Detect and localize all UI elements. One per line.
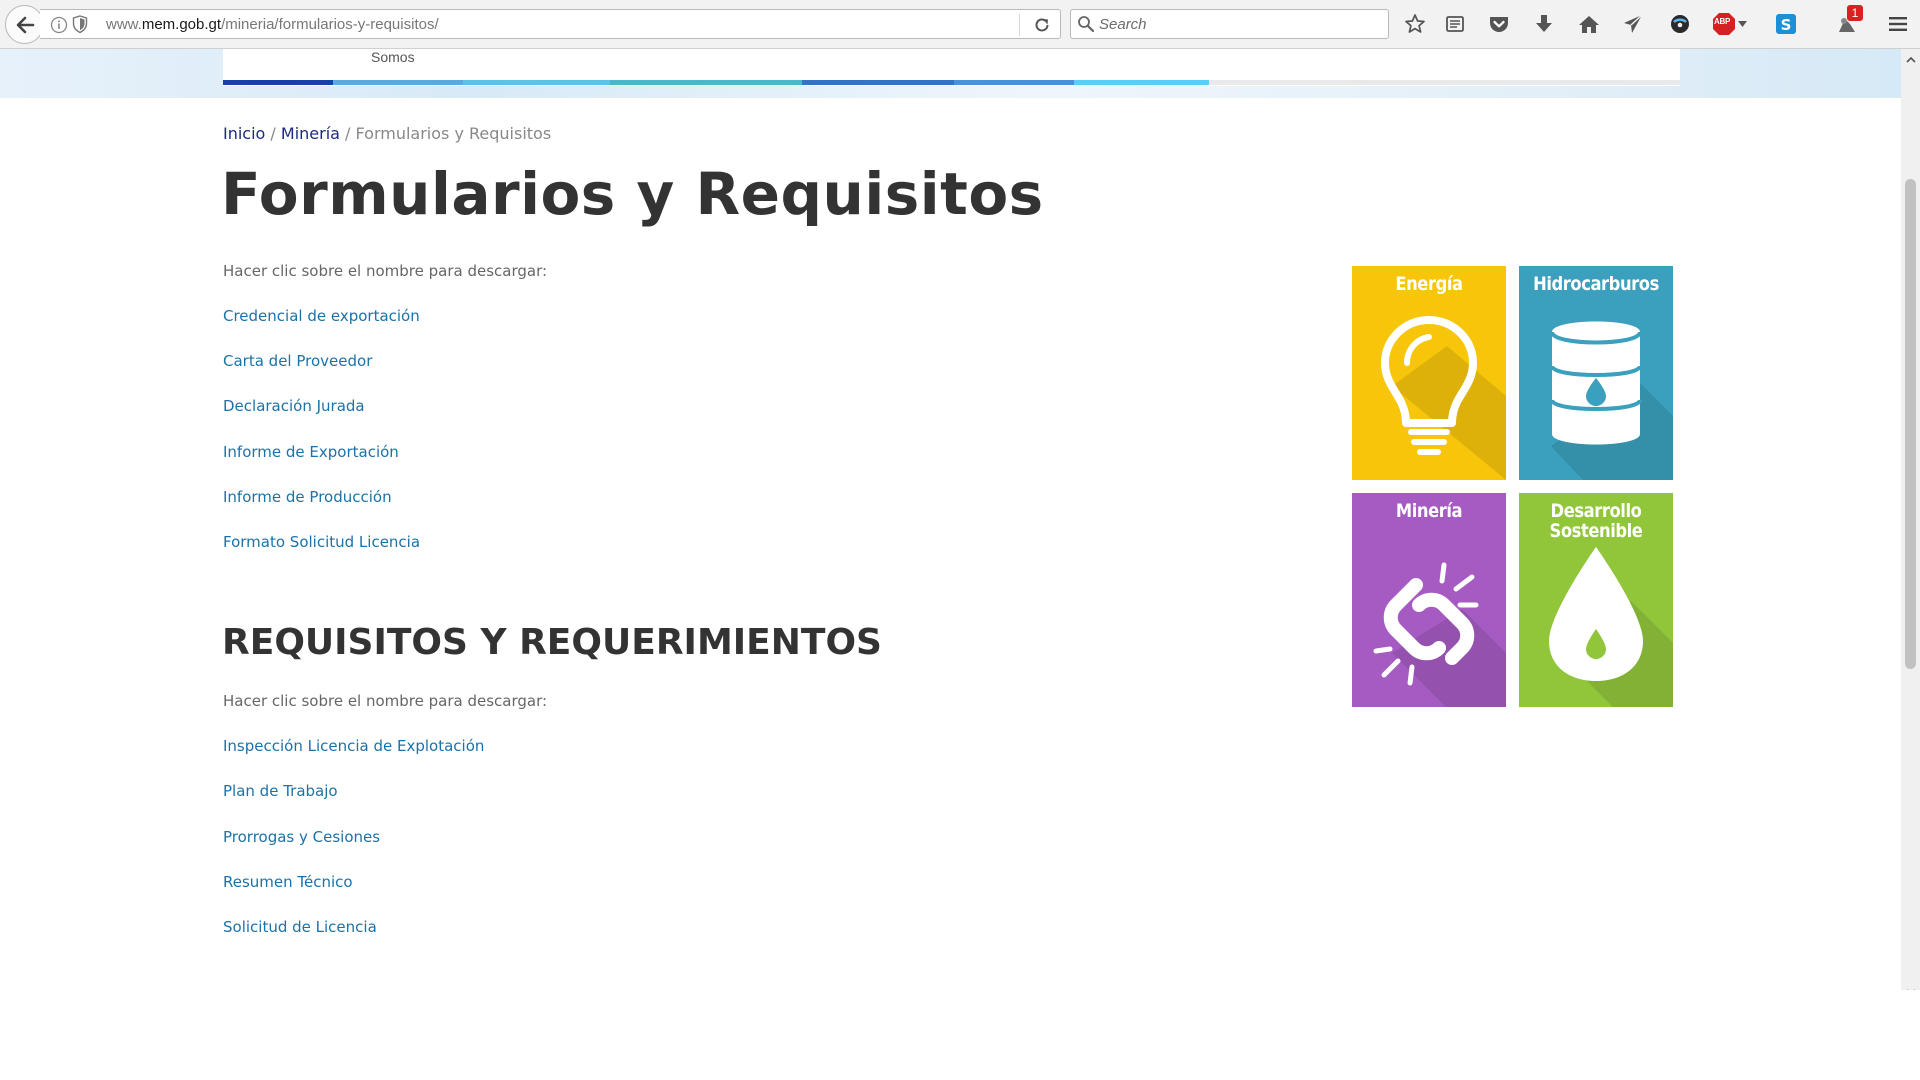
menu-icon xyxy=(1889,17,1907,31)
color-bar-segment xyxy=(1074,80,1209,85)
tile-label: Energía xyxy=(1395,273,1463,295)
tile-desarrollo-sostenible[interactable]: Desarrollo Sostenible xyxy=(1519,493,1673,707)
bookmark-star-button[interactable] xyxy=(1401,10,1429,38)
reload-icon[interactable] xyxy=(1032,15,1052,35)
tile-mineria[interactable]: Minería xyxy=(1352,493,1506,707)
back-button[interactable] xyxy=(5,5,44,44)
download-link[interactable]: Credencial de exportación xyxy=(223,307,420,325)
search-box[interactable] xyxy=(1070,9,1389,39)
adblock-label: ABP xyxy=(1714,17,1730,26)
breadcrumb-mineria-link[interactable]: Minería xyxy=(281,124,340,143)
search-input[interactable] xyxy=(1099,13,1379,35)
tile-label: Hidrocarburos xyxy=(1533,273,1659,295)
section-title: REQUISITOS Y REQUERIMIENTOS xyxy=(222,622,882,663)
notifications-button[interactable]: 1 xyxy=(1833,5,1863,38)
adblock-button[interactable]: ABP xyxy=(1709,10,1749,38)
breadcrumb: Inicio / Minería / Formularios y Requisi… xyxy=(223,124,551,143)
page-scrollbar[interactable] xyxy=(1901,49,1920,1080)
breadcrumb-separator: / xyxy=(265,124,281,143)
send-button[interactable] xyxy=(1619,10,1647,38)
site-header: Somos xyxy=(0,49,1901,98)
header-color-bar xyxy=(223,80,1680,85)
tile-label: Minería xyxy=(1395,500,1463,522)
tile-energia[interactable]: Energía xyxy=(1352,266,1506,480)
breadcrumb-current: Formularios y Requisitos xyxy=(355,124,552,143)
pocket-button[interactable] xyxy=(1485,10,1513,38)
oil-barrel-icon xyxy=(1519,266,1673,480)
browser-toolbar: www.mem.gob.gt/mineria/formularios-y-req… xyxy=(0,0,1920,49)
disk-icon xyxy=(1671,15,1689,33)
download-link[interactable]: Solicitud de Licencia xyxy=(223,918,377,936)
download-link[interactable]: Informe de Exportación xyxy=(223,443,399,461)
color-bar-segment xyxy=(223,80,333,85)
notification-badge: 1 xyxy=(1847,5,1863,21)
download-link[interactable]: Carta del Proveedor xyxy=(223,352,372,370)
broken-chain-icon xyxy=(1352,493,1506,707)
page-title: Formularios y Requisitos xyxy=(221,160,1044,228)
star-icon xyxy=(1405,14,1425,33)
breadcrumb-separator: / xyxy=(339,124,356,143)
reading-list-button[interactable] xyxy=(1441,10,1469,38)
color-bar-segment xyxy=(802,80,954,85)
info-icon[interactable] xyxy=(50,16,68,34)
download-link[interactable]: Declaración Jurada xyxy=(223,397,365,415)
breadcrumb-home-link[interactable]: Inicio xyxy=(223,124,265,143)
svg-text:S: S xyxy=(1781,16,1792,34)
download-icon xyxy=(1536,15,1552,32)
menu-button[interactable] xyxy=(1884,10,1912,38)
url-path: /mineria/formularios-y-requisitos/ xyxy=(221,16,439,33)
pocket-icon xyxy=(1490,17,1508,32)
color-bar-segment xyxy=(333,80,463,85)
shield-icon[interactable] xyxy=(72,15,88,34)
download-link[interactable]: Informe de Producción xyxy=(223,488,392,506)
forms-intro-text: Hacer clic sobre el nombre para descarga… xyxy=(223,262,548,280)
home-icon xyxy=(1579,16,1599,33)
download-link[interactable]: Plan de Trabajo xyxy=(223,782,338,800)
download-link[interactable]: Resumen Técnico xyxy=(223,873,353,891)
skype-button[interactable]: S xyxy=(1772,10,1800,38)
download-link[interactable]: Formato Solicitud Licencia xyxy=(223,533,420,551)
reading-list-icon xyxy=(1446,16,1464,32)
color-bar-segment xyxy=(954,80,1074,85)
color-bar-segment xyxy=(1209,80,1680,85)
tile-hidrocarburos[interactable]: Hidrocarburos xyxy=(1519,266,1673,480)
search-icon xyxy=(1078,16,1095,33)
url-bar[interactable]: www.mem.gob.gt/mineria/formularios-y-req… xyxy=(40,9,1061,39)
url-divider xyxy=(1019,14,1020,36)
requirements-intro-text: Hacer clic sobre el nombre para descarga… xyxy=(223,692,548,710)
url-host: mem.gob.gt xyxy=(141,16,222,33)
home-button[interactable] xyxy=(1575,10,1603,38)
scroll-up-button[interactable] xyxy=(1901,51,1920,67)
nav-link-somos[interactable]: Somos xyxy=(371,49,415,65)
url-text[interactable]: www.mem.gob.gt/mineria/formularios-y-req… xyxy=(106,16,439,33)
tile-label: Desarrollo Sostenible xyxy=(1549,500,1643,542)
color-bar-segment xyxy=(463,80,610,85)
below-viewport-area xyxy=(0,990,1920,1080)
skype-icon: S xyxy=(1776,14,1796,34)
chevron-down-icon xyxy=(1737,21,1747,27)
disk-button[interactable] xyxy=(1666,10,1694,38)
color-bar-segment xyxy=(610,80,802,85)
scroll-thumb[interactable] xyxy=(1905,179,1916,669)
url-prefix: www. xyxy=(106,16,142,33)
back-arrow-icon xyxy=(16,16,34,33)
download-link[interactable]: Prorrogas y Cesiones xyxy=(223,828,380,846)
downloads-button[interactable] xyxy=(1530,10,1558,38)
lightbulb-icon xyxy=(1352,266,1506,480)
download-link[interactable]: Inspección Licencia de Explotación xyxy=(223,737,484,755)
chevron-up-icon xyxy=(1905,56,1916,63)
send-icon xyxy=(1624,14,1643,33)
